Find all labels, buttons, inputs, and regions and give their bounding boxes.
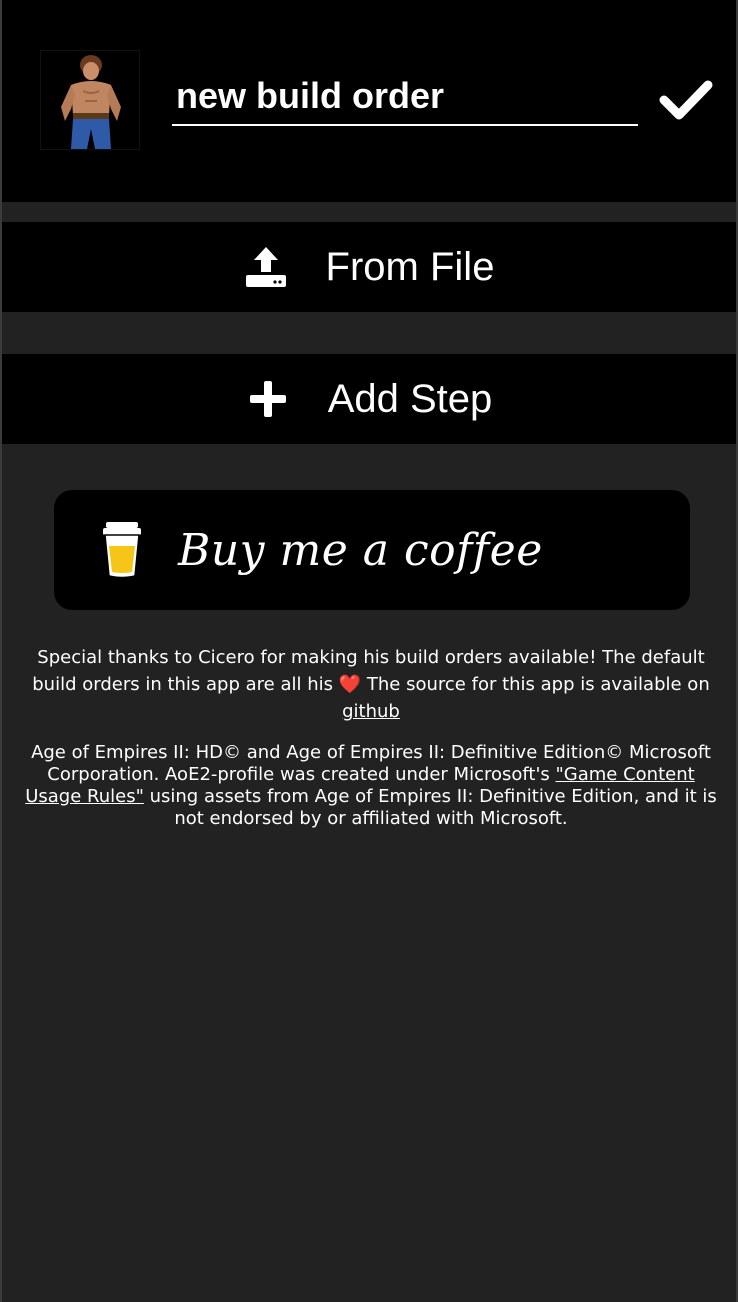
villager-portrait-icon: [41, 51, 139, 149]
buy-me-a-coffee-button[interactable]: Buy me a coffee: [54, 490, 690, 610]
thanks-text: Special thanks to Cicero for making his …: [20, 644, 722, 725]
github-link[interactable]: github: [342, 701, 400, 722]
header: [2, 0, 736, 202]
checkmark-icon: [659, 80, 713, 120]
build-name-input[interactable]: [172, 74, 638, 126]
from-file-button[interactable]: From File: [2, 222, 736, 312]
avatar[interactable]: [40, 50, 140, 150]
legal-text-part2: using assets from Age of Empires II: Def…: [149, 786, 717, 829]
coffee-label: Buy me a coffee: [178, 524, 543, 576]
plus-icon: [246, 377, 290, 421]
add-step-button[interactable]: Add Step: [2, 354, 736, 444]
from-file-label: From File: [325, 244, 495, 289]
thanks-text-part2: The source for this app is available on: [366, 674, 710, 695]
heart-icon: ❤️: [338, 674, 362, 695]
legal-notice: Age of Empires II: HD© and Age of Empire…: [20, 742, 722, 830]
add-step-label: Add Step: [327, 376, 493, 421]
build-order-editor: From File Add Step Buy me a coffee Speci…: [0, 0, 738, 1302]
confirm-button[interactable]: [658, 76, 714, 124]
coffee-cup-icon: [100, 520, 144, 580]
upload-icon: [244, 245, 288, 289]
